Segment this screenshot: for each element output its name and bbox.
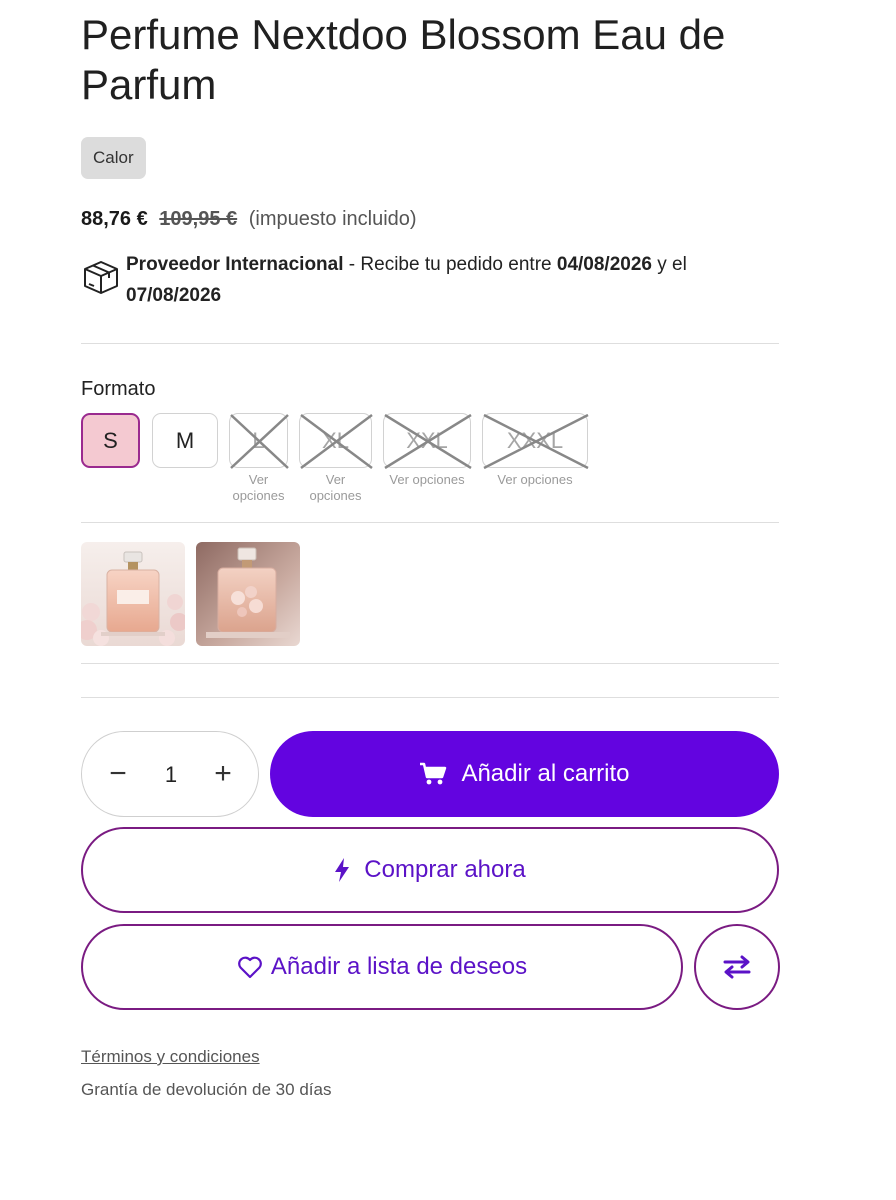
perfume-bottle-with-blossoms-image (81, 542, 185, 646)
quantity-value[interactable]: 1 (152, 732, 190, 818)
terms-link[interactable]: Términos y condiciones (81, 1047, 260, 1067)
size-option-m[interactable]: M (152, 413, 218, 468)
return-guarantee: Grantía de devolución de 30 días (81, 1080, 332, 1099)
unavailable-cross-icon (230, 414, 289, 469)
current-price: 88,76 € (81, 208, 148, 230)
heart-icon (238, 956, 262, 979)
add-to-wishlist-button[interactable]: Añadir a lista de deseos (81, 924, 683, 1010)
shipping-provider: Proveedor Internacional (126, 254, 344, 275)
size-note-l[interactable]: Ver opciones (224, 472, 293, 504)
size-note-xxl[interactable]: Ver opciones (383, 472, 471, 488)
tax-note: (impuesto incluido) (248, 208, 417, 230)
size-option-xxxl[interactable]: XXXL (482, 413, 589, 469)
add-to-wishlist-label: Añadir a lista de deseos (270, 953, 528, 980)
format-label: Formato (81, 378, 156, 400)
divider (81, 522, 779, 523)
product-thumbnail-1[interactable] (81, 542, 185, 646)
lightning-bolt-icon (335, 858, 350, 882)
shipping-text-before: - Recibe tu pedido entre (343, 254, 557, 275)
shipping-text: Proveedor Internacional - Recibe tu pedi… (126, 249, 776, 311)
size-option-xxl[interactable]: XXL (383, 413, 472, 469)
size-option-l[interactable]: L (229, 413, 289, 469)
buy-now-button[interactable]: Comprar ahora (81, 827, 779, 913)
product-thumbnail-2[interactable] (196, 542, 300, 646)
compare-arrows-icon (723, 955, 751, 979)
add-to-cart-button[interactable]: Añadir al carrito (270, 731, 779, 817)
size-option-xl[interactable]: XL (299, 413, 373, 469)
product-tag[interactable]: Calor (81, 137, 146, 179)
package-box-icon (84, 261, 118, 294)
decrease-quantity-button[interactable]: − (96, 752, 140, 796)
price-row: 88,76 € 109,95 € (impuesto incluido) (81, 205, 417, 233)
shopping-cart-icon (420, 762, 447, 785)
divider (81, 343, 779, 344)
shipping-text-mid: y el (651, 254, 687, 275)
unavailable-cross-icon (300, 414, 373, 469)
size-option-s[interactable]: S (81, 413, 140, 468)
product-title: Perfume Nextdoo Blossom Eau de Parfum (81, 11, 726, 108)
perfume-bottle-with-flowers-inside-image (196, 542, 300, 646)
unavailable-cross-icon (384, 414, 472, 469)
compare-button[interactable] (694, 924, 780, 1010)
size-note-xl[interactable]: Ver opciones (301, 472, 370, 504)
quantity-stepper: − 1 + (81, 731, 259, 817)
divider (81, 663, 779, 664)
unavailable-cross-icon (483, 414, 589, 469)
increase-quantity-button[interactable]: + (201, 752, 245, 796)
divider (81, 697, 779, 698)
old-price: 109,95 € (159, 208, 238, 230)
size-note-xxxl[interactable]: Ver opciones (482, 472, 588, 488)
shipping-date-from: 04/08/2026 (556, 254, 652, 275)
buy-now-label: Comprar ahora (364, 856, 526, 883)
shipping-date-to: 07/08/2026 (126, 285, 222, 306)
add-to-cart-label: Añadir al carrito (461, 760, 630, 787)
